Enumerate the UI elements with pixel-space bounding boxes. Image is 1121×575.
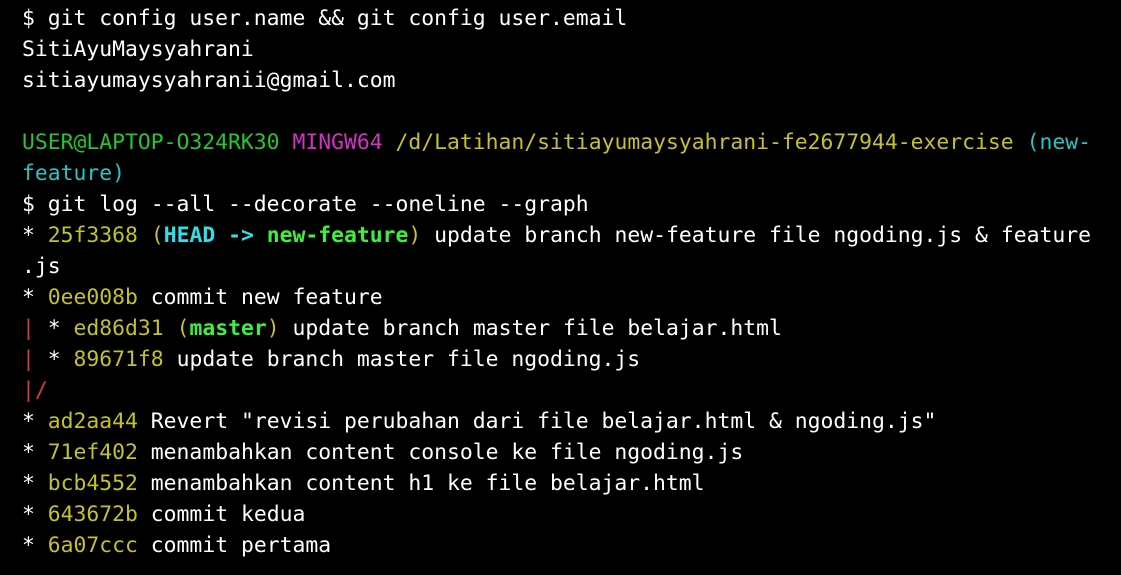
terminal-text-segment: commit pertama: [137, 533, 332, 558]
terminal-text-segment: Revert "revisi perubahan dari file belaj…: [137, 409, 937, 434]
terminal-text-segment: USER@LAPTOP-O324RK30: [22, 130, 280, 155]
terminal-line: $ git config user.name && git config use…: [22, 3, 1121, 34]
terminal-text-segment: new-feature: [266, 223, 409, 248]
terminal-text-segment: 89671f8: [73, 347, 164, 372]
terminal-text-segment: |: [22, 378, 35, 403]
terminal-text-segment: ad2aa44: [47, 409, 138, 434]
terminal-text-segment: *: [34, 347, 74, 372]
terminal-text-segment: update branch master file ngoding.js: [163, 347, 641, 372]
terminal-line: USER@LAPTOP-O324RK30 MINGW64 /d/Latihan/…: [22, 127, 1121, 158]
terminal-text-segment: sitiayumaysyahranii@gmail.com: [22, 68, 396, 93]
terminal-text-segment: *: [22, 440, 48, 465]
terminal-text-segment: SitiAyuMaysyahrani: [22, 37, 254, 62]
terminal-text-segment: *: [22, 223, 48, 248]
terminal-line: |/: [22, 375, 1121, 406]
terminal-text-segment: menambahkan content h1 ke file belajar.h…: [137, 471, 705, 496]
terminal-text-segment: (: [150, 223, 164, 248]
terminal-line: SitiAyuMaysyahrani: [22, 34, 1121, 65]
terminal-text-segment: 0ee008b: [47, 285, 138, 310]
terminal-line: * 0ee008b commit new feature: [22, 282, 1121, 313]
terminal-text-segment: *: [22, 285, 48, 310]
terminal-line: * 643672b commit kedua: [22, 499, 1121, 530]
terminal-text-segment: 71ef402: [47, 440, 138, 465]
terminal-text-segment: MINGW64: [292, 130, 383, 155]
terminal-line: sitiayumaysyahranii@gmail.com: [22, 65, 1121, 96]
terminal-line: .js: [22, 251, 1121, 282]
terminal-text-segment: |: [22, 316, 35, 341]
terminal-text-segment: (new-: [1026, 130, 1091, 155]
terminal-window[interactable]: $ git config user.name && git config use…: [0, 0, 1121, 575]
terminal-text-segment: *: [22, 471, 48, 496]
terminal-text-segment: ): [408, 223, 422, 248]
terminal-text-segment: *: [34, 316, 74, 341]
terminal-line: | * ed86d31 (master) update branch maste…: [22, 313, 1121, 344]
terminal-text-segment: ): [266, 316, 280, 341]
terminal-text-segment: (: [176, 316, 190, 341]
terminal-text-segment: ed86d31: [73, 316, 164, 341]
terminal-line: feature): [22, 158, 1121, 189]
terminal-text-segment: HEAD ->: [163, 223, 267, 248]
terminal-text-segment: 25f3368: [47, 223, 138, 248]
terminal-line: * 6a07ccc commit pertama: [22, 530, 1121, 561]
terminal-line: * 25f3368 (HEAD -> new-feature) update b…: [22, 220, 1121, 251]
terminal-text-segment: bcb4552: [47, 471, 138, 496]
terminal-text-segment: .js: [22, 254, 61, 279]
terminal-text-segment: menambahkan content console ke file ngod…: [137, 440, 744, 465]
terminal-line: * 71ef402 menambahkan content console ke…: [22, 437, 1121, 468]
terminal-line: * bcb4552 menambahkan content h1 ke file…: [22, 468, 1121, 499]
terminal-text-segment: update branch new-feature file ngoding.j…: [421, 223, 1091, 248]
terminal-text-segment: 643672b: [47, 502, 138, 527]
terminal-text-segment: *: [22, 409, 48, 434]
terminal-text-segment: $ git log --all --decorate --oneline --g…: [22, 192, 589, 217]
terminal-line: * ad2aa44 Revert "revisi perubahan dari …: [22, 406, 1121, 437]
terminal-text-segment: /: [34, 378, 48, 403]
terminal-text-segment: 6a07ccc: [47, 533, 138, 558]
terminal-text-segment: $ git config user.name && git config use…: [22, 6, 628, 31]
terminal-line: | * 89671f8 update branch master file ng…: [22, 344, 1121, 375]
terminal-text-segment: *: [22, 502, 48, 527]
terminal-text-segment: master: [189, 316, 267, 341]
terminal-text-segment: commit kedua: [137, 502, 306, 527]
terminal-text-segment: /d/Latihan/sitiayumaysyahrani-fe2677944-…: [395, 130, 1014, 155]
terminal-text-segment: feature): [22, 161, 126, 186]
terminal-text-segment: commit new feature: [137, 285, 383, 310]
terminal-text-segment: *: [22, 533, 48, 558]
terminal-text-segment: update branch master file belajar.html: [279, 316, 782, 341]
terminal-text-segment: |: [22, 347, 35, 372]
terminal-line: $ git log --all --decorate --oneline --g…: [22, 189, 1121, 220]
